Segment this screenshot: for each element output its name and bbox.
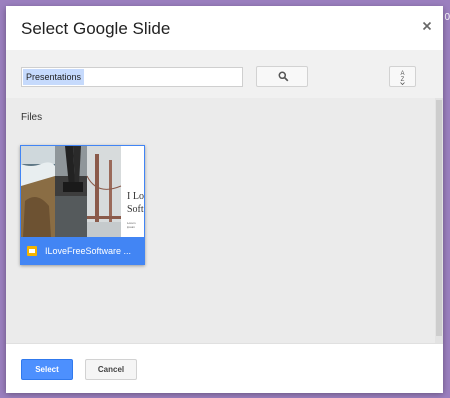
search-button[interactable] <box>256 66 308 87</box>
select-button[interactable]: Select <box>21 359 73 380</box>
file-card-footer: ILoveFreeSoftware ... <box>20 237 145 265</box>
svg-text:Z: Z <box>401 77 405 83</box>
google-slides-icon <box>27 246 37 256</box>
presentation-thumbnail-image <box>21 146 122 237</box>
thumbnail-title-text: I Lov Soft <box>127 190 144 216</box>
files-panel: Files I Lo Soft Lorem ipsum ILoveFreeSof… <box>6 98 443 343</box>
thumbnail-title: I Lov Soft <box>127 191 144 215</box>
dialog-title: Select Google Slide <box>21 19 171 38</box>
search-icon <box>278 71 289 82</box>
search-input[interactable] <box>84 69 240 85</box>
dialog-header: Select Google Slide <box>6 6 443 50</box>
search-filter-chip[interactable]: Presentations <box>23 69 85 85</box>
close-icon[interactable] <box>420 19 434 33</box>
files-section-label: Files <box>21 112 43 123</box>
thumbnail-subtext: Lorem ipsum <box>127 221 136 229</box>
search-box[interactable]: Presentations <box>21 67 243 87</box>
select-slide-dialog: Select Google Slide Presentations A Z Fi… <box>6 6 443 393</box>
scrollbar-thumb[interactable] <box>436 100 442 336</box>
sort-button[interactable]: A Z <box>389 66 416 87</box>
background-corner-text: 0 <box>444 12 450 23</box>
file-thumbnail: I Lov Soft Lorem ipsum <box>21 146 144 237</box>
scrollbar-track[interactable] <box>435 98 443 343</box>
cancel-button[interactable]: Cancel <box>85 359 137 380</box>
sort-az-icon: A Z <box>400 71 405 86</box>
dialog-footer: Select Cancel <box>6 343 443 393</box>
file-name: ILoveFreeSoftware ... <box>45 246 132 256</box>
file-card[interactable]: I Lov Soft Lorem ipsum ILoveFreeSoftware… <box>20 145 145 265</box>
search-toolbar: Presentations A Z <box>6 50 443 99</box>
